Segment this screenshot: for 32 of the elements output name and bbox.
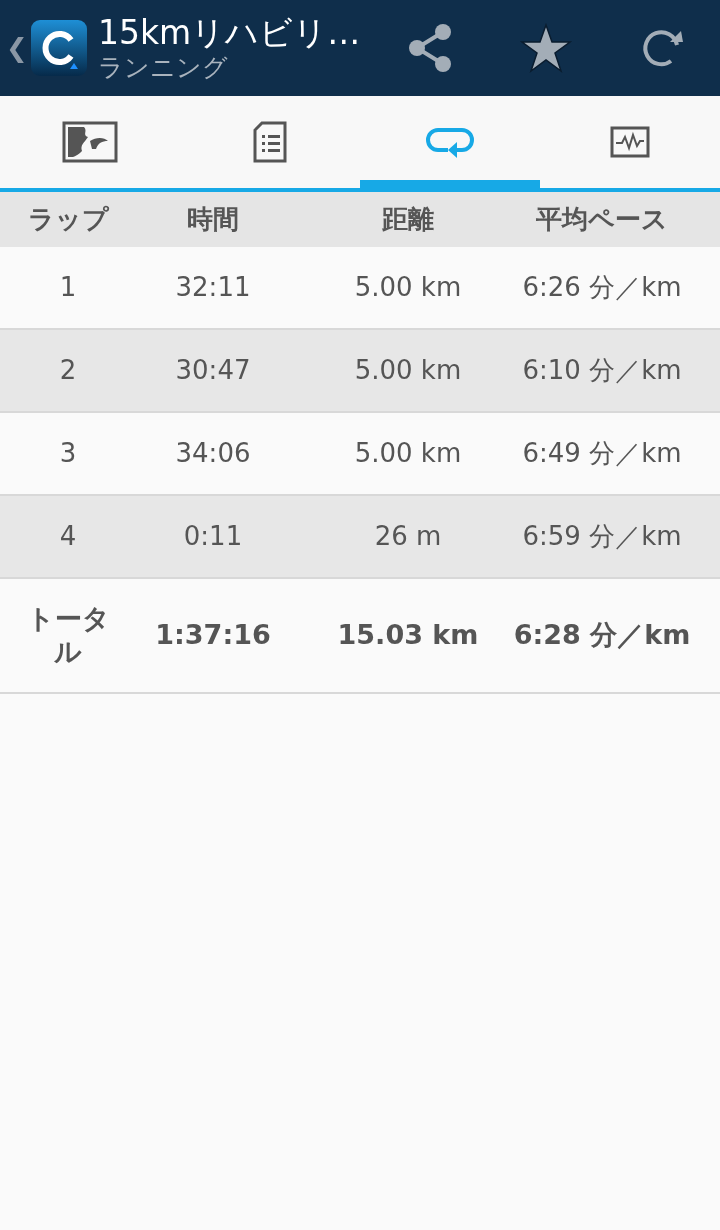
- star-icon: [520, 23, 572, 73]
- table-cell: 0:11: [183, 520, 243, 553]
- table-cell: 5.00 km: [354, 437, 462, 470]
- table-cell: 1: [59, 271, 77, 304]
- activity-chart-icon: [610, 126, 650, 158]
- table-cell: 6:28 分／km: [513, 619, 691, 652]
- table-cell: 15.03 km: [337, 619, 479, 652]
- table-cell: 5.00 km: [354, 354, 462, 387]
- table-cell: 6:10 分／km: [522, 354, 682, 387]
- column-header: 時間: [187, 203, 239, 236]
- map-icon: [62, 121, 118, 163]
- table-cell: 30:47: [175, 354, 251, 387]
- column-header: ラップ: [27, 203, 109, 236]
- activity-type: ランニング: [98, 53, 229, 83]
- app-logo-icon: [30, 19, 88, 77]
- column-header: 距離: [382, 203, 434, 236]
- table-cell: 1:37:16: [155, 619, 271, 652]
- table-cell: 34:06: [175, 437, 251, 470]
- table-cell: 3: [59, 437, 77, 470]
- table-cell-text: トータル: [25, 603, 111, 668]
- table-cell: 5.00 km: [354, 271, 462, 304]
- table-cell: 32:11: [175, 271, 251, 304]
- column-header: 平均ペース: [536, 203, 668, 236]
- table-cell: 4: [59, 520, 77, 553]
- table-cell: 6:26 分／km: [522, 271, 682, 304]
- table-cell: 6:49 分／km: [522, 437, 682, 470]
- table-cell: 26 m: [374, 520, 442, 553]
- document-icon: [252, 121, 288, 163]
- back-icon[interactable]: ❮: [4, 33, 30, 63]
- table-cell: 6:59 分／km: [522, 520, 682, 553]
- table-cell: 2: [59, 354, 77, 387]
- activity-title: 15kmリハビリ…: [98, 13, 362, 53]
